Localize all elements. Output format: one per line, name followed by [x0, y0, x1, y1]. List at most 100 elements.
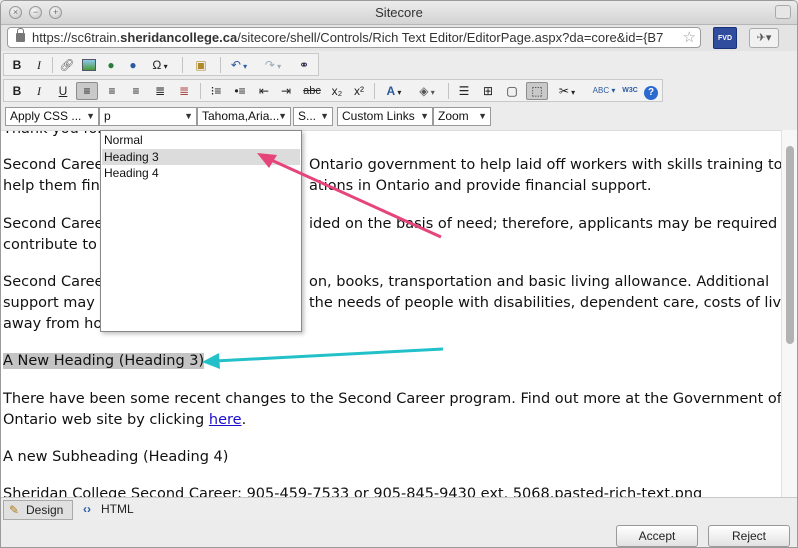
paste-icon[interactable]: ▣ — [190, 56, 212, 74]
font-color-button[interactable]: A ▾ — [380, 82, 408, 100]
design-label: Design — [26, 503, 64, 517]
zoom-dropdown[interactable]: Zoom ▼ — [433, 107, 491, 126]
link-icon[interactable]: 🔗︎ — [58, 56, 76, 74]
paragraph-style-dropdown[interactable]: p ▼ — [99, 107, 197, 126]
extensions-menu-icon[interactable]: ✈▾ — [749, 28, 779, 48]
undo-button[interactable]: ↶ ▾ — [226, 56, 252, 74]
bold-button-2[interactable]: B — [8, 82, 26, 100]
bookmark-star-icon[interactable]: ☆ — [683, 28, 696, 47]
subscript-button[interactable]: x₂ — [328, 82, 346, 100]
text-fragment: ations in Ontario and provide financial … — [309, 178, 652, 194]
text-fragment: Ontario web site by clicking — [3, 412, 209, 428]
bullet-list-icon[interactable]: •≡ — [230, 82, 250, 100]
paragraph-style-value: p — [104, 109, 111, 123]
image-properties-icon[interactable]: ▢ — [502, 82, 522, 100]
editor-toolbar-1: B I 🔗︎ ● ● Ω ▾ ▣ ↶ ▾ ↷ ▾ ⚭ — [3, 53, 319, 76]
align-right-button[interactable]: ≡ — [126, 82, 146, 100]
w3c-validator-icon[interactable]: W3C — [620, 82, 640, 100]
italic-button[interactable]: I — [30, 56, 48, 74]
show-borders-icon: ⬚ — [531, 84, 543, 98]
scrollbar-thumb[interactable] — [786, 146, 794, 344]
help-button[interactable]: ? — [642, 82, 660, 100]
scissors-icon: ✂ — [558, 84, 569, 98]
align-right-icon: ≡ — [132, 84, 140, 98]
indent-icon[interactable]: ⇥ — [276, 82, 296, 100]
text-fragment: Second Career — [3, 157, 110, 173]
menu-option-normal[interactable]: Normal — [102, 132, 300, 148]
fullscreen-button[interactable] — [775, 5, 791, 19]
justify-none-icon[interactable]: ≣ — [174, 82, 194, 100]
pencil-icon: ✎ — [9, 503, 20, 517]
spellcheck-button[interactable]: ABC ▾ — [588, 82, 620, 100]
align-left-button[interactable]: ≡ — [76, 82, 98, 100]
custom-links-value: Custom Links — [342, 109, 415, 123]
insert-rule-icon[interactable]: ☰ — [454, 82, 474, 100]
show-borders-button[interactable]: ⬚ — [526, 82, 548, 100]
strikethrough-button[interactable]: abc — [300, 82, 324, 100]
menu-option-heading-3[interactable]: Heading 3 — [102, 149, 300, 165]
html-mode-tab[interactable]: ‹› HTML — [79, 500, 149, 520]
insert-table-icon[interactable]: ⊞ — [478, 82, 498, 100]
redo-icon: ↷ — [264, 58, 275, 72]
spellcheck-icon: ABC — [592, 86, 610, 95]
editor-toolbar-3: Apply CSS ... ▼ p ▼ Tahoma,Aria... ▼ S... ▼ … — [3, 105, 493, 128]
paragraph-contact: Sheridan College Second Career: 905-459-… — [3, 486, 703, 497]
font-name-value: Tahoma,Aria... — [202, 109, 280, 123]
accept-button[interactable]: Accept — [616, 525, 698, 547]
font-size-dropdown[interactable]: S... ▼ — [293, 107, 333, 126]
url-suffix: /sitecore/shell/Controls/Rich Text Edito… — [237, 30, 664, 45]
dropdown-arrow-icon: ▼ — [478, 111, 487, 121]
vertical-scrollbar[interactable] — [781, 130, 797, 497]
paragraph-link-line: Ontario web site by clicking here. — [3, 410, 246, 431]
align-center-button[interactable]: ≡ — [102, 82, 122, 100]
bold-button[interactable]: B — [8, 56, 26, 74]
text-fragment: . — [241, 412, 247, 428]
here-link[interactable]: here — [209, 412, 242, 428]
heading-4-text: A new Subheading (Heading 4) — [3, 449, 229, 465]
font-size-value: S... — [298, 109, 317, 123]
insert-image-icon[interactable] — [80, 56, 98, 74]
remove-link-icon[interactable]: ● — [124, 56, 142, 74]
dropdown-arrow-icon: ▼ — [184, 111, 193, 121]
custom-links-dropdown[interactable]: Custom Links ▼ — [337, 107, 433, 126]
text-fragment: support may b — [3, 295, 109, 311]
fvd-extension-icon[interactable]: FVD — [713, 27, 737, 49]
code-icon: ‹› — [83, 502, 91, 516]
outdent-icon[interactable]: ⇤ — [254, 82, 274, 100]
underline-button[interactable]: U — [54, 82, 72, 100]
numbered-list-icon[interactable]: ⁝≡ — [206, 82, 226, 100]
paragraph-changes: There have been some recent changes to t… — [3, 391, 781, 407]
insert-hyperlink-icon[interactable]: ● — [102, 56, 120, 74]
paragraph-line-2: help them find ations in Ontario and prov… — [3, 176, 651, 197]
menu-option-heading-4[interactable]: Heading 4 — [102, 165, 300, 181]
zoom-value: Zoom — [438, 109, 469, 123]
text-fragment: the needs of people with disabilities, d… — [309, 295, 781, 311]
highlight-color-button[interactable]: ◈ ▾ — [412, 82, 442, 100]
toolbar-separator — [448, 83, 449, 99]
url-prefix: https://sc6train. — [32, 30, 121, 45]
toolbar-separator — [374, 83, 375, 99]
justify-button[interactable]: ≣ — [150, 82, 170, 100]
paragraph-line-7: away from ho — [3, 316, 103, 332]
redo-button[interactable]: ↷ ▾ — [260, 56, 286, 74]
paragraph-line-4: contribute to t — [3, 237, 108, 253]
superscript-button[interactable]: x² — [350, 82, 368, 100]
omega-icon: Ω — [152, 58, 162, 72]
font-name-dropdown[interactable]: Tahoma,Aria... ▼ — [197, 107, 291, 126]
address-bar[interactable]: https://sc6train.sheridancollege.ca/site… — [7, 27, 701, 48]
address-bar-row: https://sc6train.sheridancollege.ca/site… — [1, 25, 797, 51]
browser-window: × − + Sitecore https://sc6train.sheridan… — [0, 0, 798, 548]
italic-button-2[interactable]: I — [30, 82, 48, 100]
design-mode-tab[interactable]: ✎ Design — [3, 500, 73, 520]
url-host: sheridancollege.ca — [120, 30, 238, 45]
text-fragment: help them find — [3, 178, 110, 194]
html-label: HTML — [101, 502, 134, 516]
apply-css-value: Apply CSS ... — [10, 109, 82, 123]
font-color-icon: A — [386, 84, 396, 98]
reject-button[interactable]: Reject — [708, 525, 790, 547]
special-chars-button[interactable]: Ω ▾ — [146, 56, 174, 74]
apply-css-dropdown[interactable]: Apply CSS ... ▼ — [5, 107, 99, 126]
find-replace-icon[interactable]: ⚭ — [294, 56, 314, 74]
dropdown-arrow-icon: ▼ — [420, 111, 429, 121]
format-stripper-button[interactable]: ✂ ▾ — [552, 82, 582, 100]
